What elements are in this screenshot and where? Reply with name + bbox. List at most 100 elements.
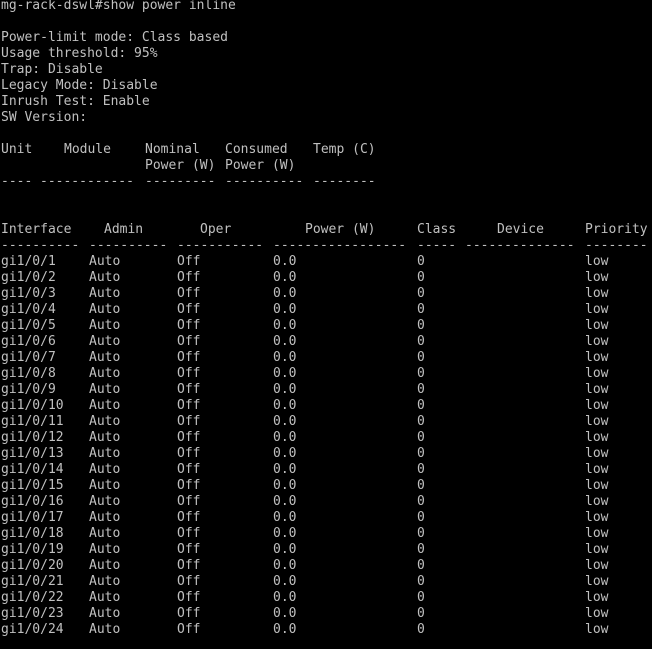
class-cell: 0 xyxy=(417,622,425,637)
admin-header: Admin xyxy=(104,222,144,237)
table-row: gi1/0/3 Auto Off 0.0 0 low xyxy=(1,286,651,302)
oper-separator: ----------- xyxy=(177,238,264,253)
unit-table-subheader: Power (W) Power (W) xyxy=(1,158,641,174)
summary-usage-threshold: Usage threshold: 95% xyxy=(1,46,158,61)
oper-cell: Off xyxy=(177,286,201,301)
summary-trap: Trap: Disable xyxy=(1,62,103,77)
interface-cell: gi1/0/18 xyxy=(1,526,64,541)
power-separator: ----------------- xyxy=(273,238,407,253)
summary-legacy-mode: Legacy Mode: Disable xyxy=(1,78,158,93)
table-row: gi1/0/5 Auto Off 0.0 0 low xyxy=(1,318,651,334)
interface-cell: gi1/0/22 xyxy=(1,590,64,605)
oper-cell: Off xyxy=(177,510,201,525)
priority-separator: -------- xyxy=(585,238,648,253)
table-row: gi1/0/24 Auto Off 0.0 0 low xyxy=(1,622,651,638)
priority-cell: low xyxy=(585,350,609,365)
power-cell: 0.0 xyxy=(273,526,297,541)
admin-cell: Auto xyxy=(89,254,121,269)
admin-cell: Auto xyxy=(89,270,121,285)
admin-cell: Auto xyxy=(89,382,121,397)
oper-cell: Off xyxy=(177,606,201,621)
unit-table-separator: ---- ------------ --------- ---------- -… xyxy=(1,174,641,190)
priority-cell: low xyxy=(585,366,609,381)
power-cell: 0.0 xyxy=(273,558,297,573)
admin-cell: Auto xyxy=(89,590,121,605)
power-cell: 0.0 xyxy=(273,446,297,461)
admin-cell: Auto xyxy=(89,414,121,429)
admin-cell: Auto xyxy=(89,526,121,541)
class-cell: 0 xyxy=(417,334,425,349)
priority-cell: low xyxy=(585,414,609,429)
table-row: gi1/0/19 Auto Off 0.0 0 low xyxy=(1,542,651,558)
priority-cell: low xyxy=(585,430,609,445)
priority-cell: low xyxy=(585,382,609,397)
power-cell: 0.0 xyxy=(273,478,297,493)
command-prompt-line: mg-rack-dswl#show power inline xyxy=(1,0,236,13)
class-cell: 0 xyxy=(417,254,425,269)
class-cell: 0 xyxy=(417,318,425,333)
class-cell: 0 xyxy=(417,590,425,605)
interface-separator: ---------- xyxy=(1,238,80,253)
oper-header: Oper xyxy=(200,222,232,237)
priority-cell: low xyxy=(585,574,609,589)
priority-cell: low xyxy=(585,510,609,525)
device-header: Device xyxy=(497,222,544,237)
oper-cell: Off xyxy=(177,366,201,381)
summary-sw-version: SW Version: xyxy=(1,110,88,125)
power-cell: 0.0 xyxy=(273,590,297,605)
priority-cell: low xyxy=(585,254,609,269)
class-cell: 0 xyxy=(417,430,425,445)
class-separator: ----- xyxy=(417,238,457,253)
priority-cell: low xyxy=(585,590,609,605)
oper-cell: Off xyxy=(177,398,201,413)
table-row: gi1/0/6 Auto Off 0.0 0 low xyxy=(1,334,651,350)
class-cell: 0 xyxy=(417,574,425,589)
consumed-header: Consumed xyxy=(225,142,288,157)
priority-cell: low xyxy=(585,542,609,557)
class-cell: 0 xyxy=(417,558,425,573)
oper-cell: Off xyxy=(177,334,201,349)
admin-cell: Auto xyxy=(89,542,121,557)
power-cell: 0.0 xyxy=(273,286,297,301)
oper-cell: Off xyxy=(177,254,201,269)
class-cell: 0 xyxy=(417,270,425,285)
interface-cell: gi1/0/11 xyxy=(1,414,64,429)
class-cell: 0 xyxy=(417,510,425,525)
interface-cell: gi1/0/5 xyxy=(1,318,56,333)
interface-cell: gi1/0/20 xyxy=(1,558,64,573)
priority-cell: low xyxy=(585,478,609,493)
interface-cell: gi1/0/13 xyxy=(1,446,64,461)
class-cell: 0 xyxy=(417,414,425,429)
oper-cell: Off xyxy=(177,542,201,557)
power-cell: 0.0 xyxy=(273,622,297,637)
oper-cell: Off xyxy=(177,446,201,461)
oper-cell: Off xyxy=(177,558,201,573)
table-row: gi1/0/1 Auto Off 0.0 0 low xyxy=(1,254,651,270)
power-cell: 0.0 xyxy=(273,414,297,429)
interface-cell: gi1/0/15 xyxy=(1,478,64,493)
power-cell: 0.0 xyxy=(273,574,297,589)
oper-cell: Off xyxy=(177,622,201,637)
unit-header: Unit xyxy=(1,142,33,157)
terminal-window[interactable]: mg-rack-dswl#show power inline Power-lim… xyxy=(0,0,652,649)
power-cell: 0.0 xyxy=(273,334,297,349)
interface-cell: gi1/0/3 xyxy=(1,286,56,301)
interface-cell: gi1/0/10 xyxy=(1,398,64,413)
priority-cell: low xyxy=(585,526,609,541)
class-header: Class xyxy=(417,222,457,237)
nominal-separator: --------- xyxy=(145,174,216,189)
interface-cell: gi1/0/23 xyxy=(1,606,64,621)
oper-cell: Off xyxy=(177,302,201,317)
table-row: gi1/0/4 Auto Off 0.0 0 low xyxy=(1,302,651,318)
priority-cell: low xyxy=(585,334,609,349)
interface-cell: gi1/0/6 xyxy=(1,334,56,349)
nominal-subheader: Power (W) xyxy=(145,158,216,173)
admin-cell: Auto xyxy=(89,622,121,637)
admin-cell: Auto xyxy=(89,494,121,509)
admin-cell: Auto xyxy=(89,318,121,333)
table-row: gi1/0/2 Auto Off 0.0 0 low xyxy=(1,270,651,286)
table-row: gi1/0/21 Auto Off 0.0 0 low xyxy=(1,574,651,590)
admin-cell: Auto xyxy=(89,334,121,349)
table-row: gi1/0/17 Auto Off 0.0 0 low xyxy=(1,510,651,526)
class-cell: 0 xyxy=(417,302,425,317)
